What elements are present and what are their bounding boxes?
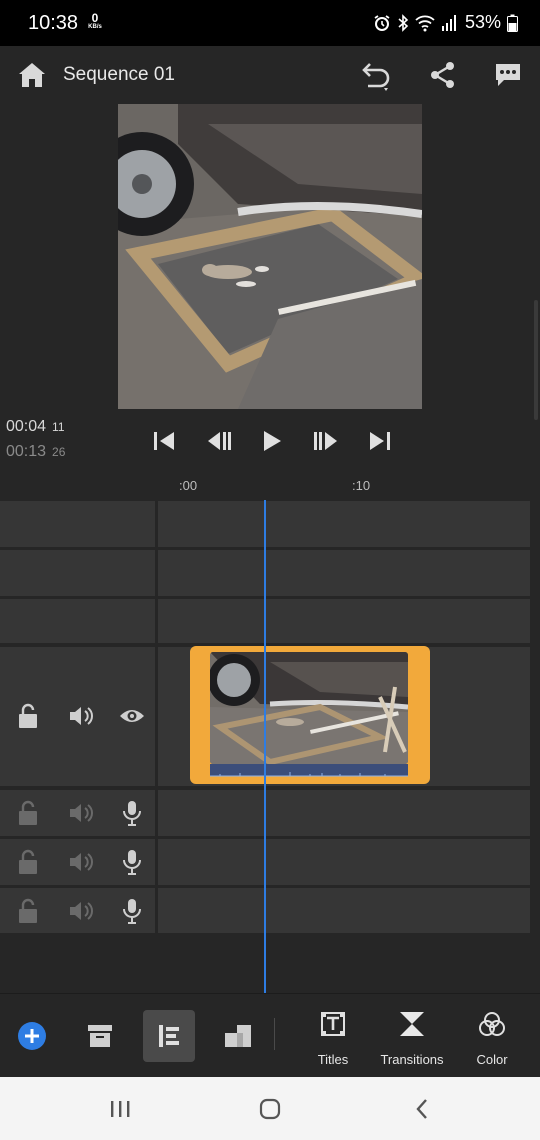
comment-icon[interactable]: [492, 60, 524, 90]
playhead[interactable]: [264, 500, 266, 993]
wifi-icon: [415, 14, 435, 32]
speaker-icon[interactable]: [66, 847, 96, 877]
lock-icon[interactable]: [13, 847, 43, 877]
lock-icon[interactable]: [13, 798, 43, 828]
track-header: [0, 599, 155, 643]
total-timecode: 00:13 26: [6, 443, 65, 461]
audio-track-header: [0, 790, 155, 836]
status-icons: 53%: [373, 12, 518, 33]
add-icon[interactable]: [16, 1020, 48, 1052]
battery-percent: 53%: [464, 12, 501, 32]
undo-icon[interactable]: [360, 60, 394, 92]
scroll-handle[interactable]: [534, 300, 538, 420]
mic-icon[interactable]: [117, 896, 147, 926]
track-header: [0, 550, 155, 596]
track-lane[interactable]: [158, 501, 530, 547]
track-lane[interactable]: [158, 599, 530, 643]
step-forward-icon[interactable]: [311, 426, 341, 456]
bluetooth-icon: [397, 13, 409, 32]
audio-track-header: [0, 888, 155, 933]
total-time: 00:13: [6, 443, 47, 460]
track-panel-icon[interactable]: [143, 1010, 195, 1062]
project-panel-icon[interactable]: [84, 1020, 116, 1052]
video-clip[interactable]: [190, 646, 430, 784]
transitions-button[interactable]: Transitions: [376, 1008, 448, 1070]
toolbar-divider: [274, 1018, 275, 1050]
mic-icon[interactable]: [117, 847, 147, 877]
video-track-header: [0, 647, 155, 786]
color-label: Color: [476, 1052, 508, 1067]
ruler-tick-10: :10: [352, 478, 371, 493]
lock-icon[interactable]: [13, 896, 43, 926]
track-lane[interactable]: [158, 550, 530, 596]
network-speed-value: 0: [91, 11, 99, 25]
battery-icon: [507, 14, 518, 32]
recent-apps-icon[interactable]: [105, 1095, 135, 1123]
share-icon[interactable]: [428, 60, 458, 90]
mic-icon[interactable]: [117, 798, 147, 828]
skip-to-end-icon[interactable]: [364, 426, 394, 456]
home-nav-icon[interactable]: [255, 1095, 285, 1123]
speaker-icon[interactable]: [66, 896, 96, 926]
speaker-icon[interactable]: [66, 798, 96, 828]
play-icon[interactable]: [257, 426, 287, 456]
audio-track-lane[interactable]: [158, 790, 530, 836]
crop-icon[interactable]: [222, 1020, 254, 1052]
current-frame: 11: [52, 420, 65, 434]
preview-area: 00:04 11 00:13 26: [0, 104, 540, 500]
color-button[interactable]: Color: [462, 1008, 522, 1070]
lock-icon[interactable]: [13, 701, 43, 731]
network-speed-unit: KB/s: [88, 24, 102, 30]
audio-track-header: [0, 839, 155, 885]
transitions-icon: [399, 1011, 425, 1042]
total-frame: 26: [52, 445, 66, 459]
network-speed: 0 KB/s: [86, 12, 104, 30]
timeline-ruler[interactable]: :00 :10: [0, 478, 540, 500]
sequence-title: Sequence 01: [63, 64, 175, 85]
alarm-icon: [373, 14, 391, 32]
titles-button[interactable]: Titles: [303, 1008, 363, 1070]
system-nav-bar: [0, 1077, 540, 1140]
titles-icon: [320, 1011, 346, 1042]
current-time: 00:04: [6, 418, 47, 435]
color-icon: [478, 1011, 506, 1042]
current-timecode: 00:04 11: [6, 418, 65, 436]
skip-to-start-icon[interactable]: [150, 426, 180, 456]
video-preview[interactable]: [118, 104, 422, 409]
track-header: [0, 501, 155, 547]
signal-icon: [441, 14, 457, 32]
timeline: [0, 500, 540, 993]
status-time: 10:38: [28, 12, 79, 34]
clip-thumbnail: [210, 652, 408, 764]
status-bar: 10:38 0 KB/s 53%: [0, 0, 540, 46]
clip-audio-waveform: [210, 764, 408, 777]
audio-track-lane[interactable]: [158, 888, 530, 933]
transport-controls: [150, 426, 394, 456]
ruler-tick-0: :00: [179, 478, 198, 493]
step-back-icon[interactable]: [204, 426, 234, 456]
audio-track-lane[interactable]: [158, 839, 530, 885]
titles-label: Titles: [317, 1052, 349, 1067]
home-icon[interactable]: [16, 60, 48, 90]
eye-icon[interactable]: [117, 701, 147, 731]
back-nav-icon[interactable]: [407, 1095, 437, 1123]
speaker-icon[interactable]: [66, 701, 96, 731]
app-bar: Sequence 01: [0, 46, 540, 104]
bottom-toolbar: Titles Transitions Color: [0, 993, 540, 1077]
transitions-label: Transitions: [380, 1052, 444, 1067]
